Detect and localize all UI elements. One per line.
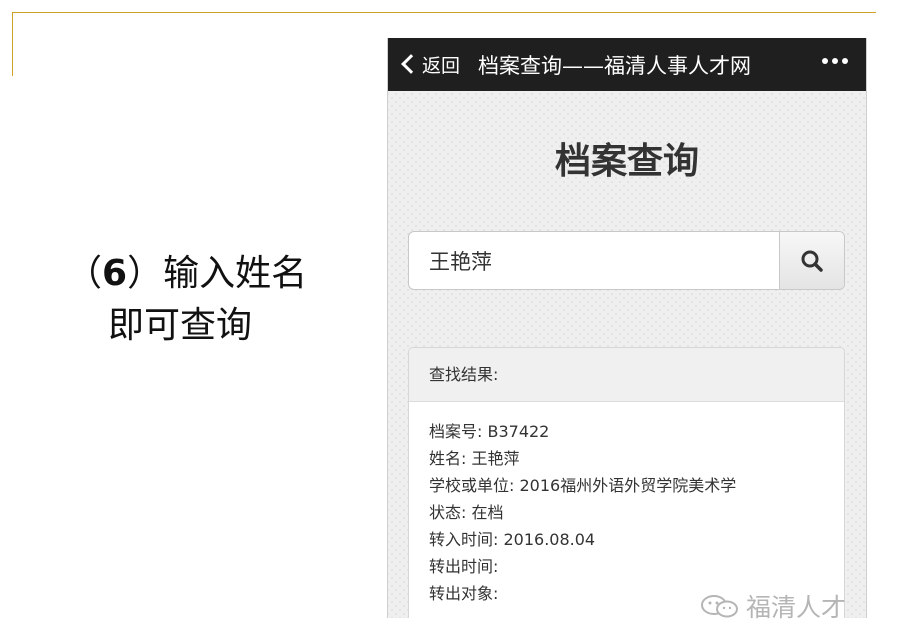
more-dots-icon [832,58,838,64]
watermark: 福清人才 [700,588,846,624]
result-row-name: 姓名: 王艳萍 [429,449,520,468]
chevron-left-icon [401,54,421,74]
caption-step-number: 6 [102,253,128,294]
search-icon [801,250,823,272]
result-row-transfer-in: 转入时间: 2016.08.04 [429,530,596,549]
search-input[interactable] [409,232,781,289]
slide-caption: （6）输入姓名 即可查询 [66,248,307,352]
more-button[interactable] [822,58,848,64]
result-header: 查找结果: [409,348,844,402]
result-row-status: 状态: 在档 [429,503,504,522]
slide-left-rule [12,12,13,76]
back-button[interactable]: 返回 [398,48,460,80]
navbar: 返回 档案查询——福清人事人才网 [388,38,866,91]
navbar-title: 档案查询——福清人事人才网 [478,54,751,78]
caption-line-2: 即可查询 [108,305,253,346]
caption-line-1: （6）输入姓名 [66,253,308,294]
search-button[interactable] [779,232,844,289]
search-box [408,231,845,290]
more-dots-icon [842,58,848,64]
caption-line-1-text: 输入姓名 [163,253,308,294]
result-row-school: 学校或单位: 2016福州外语外贸学院美术学 [429,476,737,495]
result-row-transfer-out: 转出时间: [429,557,499,576]
wechat-icon [701,595,738,618]
result-list: 档案号: B37422 姓名: 王艳萍 学校或单位: 2016福州外语外贸学院美… [409,402,844,607]
result-row-file-number: 档案号: B37422 [429,422,550,441]
phone-screenshot: 返回 档案查询——福清人事人才网 档案查询 查找结果: 档案号: B37422 … [387,38,867,618]
slide-top-rule [12,12,876,13]
result-panel: 查找结果: 档案号: B37422 姓名: 王艳萍 学校或单位: 2016福州外… [408,347,845,618]
back-label: 返回 [422,54,461,77]
more-dots-icon [822,58,828,64]
page-title: 档案查询 [554,141,699,182]
watermark-text: 福清人才 [746,593,847,622]
